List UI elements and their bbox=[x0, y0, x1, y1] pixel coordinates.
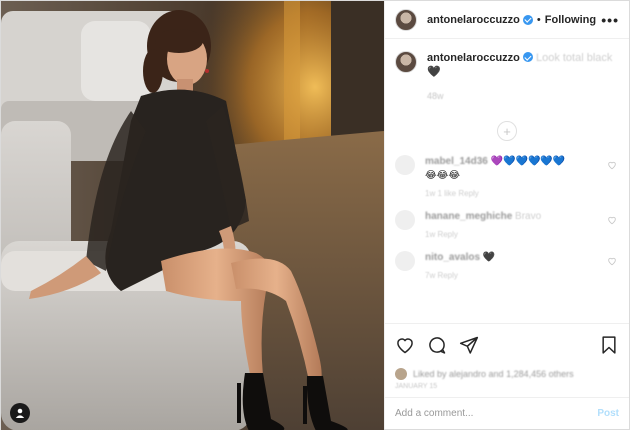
caption-username[interactable]: antonelaroccuzzo bbox=[427, 52, 520, 64]
bookmark-icon[interactable] bbox=[599, 335, 619, 355]
verified-badge-icon bbox=[522, 14, 533, 25]
heart-icon[interactable] bbox=[395, 335, 415, 355]
comment-username[interactable]: hanane_meghiche bbox=[425, 211, 512, 222]
comment-avatar[interactable] bbox=[395, 155, 415, 175]
caption-text: Look total black bbox=[535, 52, 613, 64]
post-actions bbox=[385, 323, 629, 365]
comments-area[interactable]: antonelaroccuzzo Look total black 🖤 48w … bbox=[385, 39, 629, 323]
comment-meta: 1w Reply bbox=[425, 230, 458, 239]
comment-meta: 7w Reply bbox=[425, 271, 458, 280]
likes-row: Liked by alejandro and 1,284,456 others bbox=[385, 365, 629, 383]
comment-username[interactable]: mabel_14d36 bbox=[425, 156, 488, 167]
comment-item: nito_avalos 🖤 7w Reply bbox=[395, 251, 619, 280]
plus-circle-icon[interactable]: + bbox=[497, 121, 517, 141]
like-comment-icon[interactable] bbox=[607, 256, 617, 266]
caption-time: 48w bbox=[427, 91, 444, 101]
like-comment-icon[interactable] bbox=[607, 160, 617, 170]
comment-avatar[interactable] bbox=[395, 251, 415, 271]
header-separator: • bbox=[536, 13, 541, 26]
comment-meta: 1w 1 like Reply bbox=[425, 189, 479, 198]
comment-item: hanane_meghiche Bravo 1w Reply bbox=[395, 210, 619, 239]
add-comment-input[interactable] bbox=[395, 408, 598, 419]
following-button[interactable]: Following bbox=[545, 14, 596, 26]
author-username[interactable]: antonelaroccuzzo bbox=[427, 14, 520, 26]
add-comment-bar: Post bbox=[385, 397, 629, 429]
post-side-panel: antonelaroccuzzo • Following ••• antonel… bbox=[384, 1, 629, 429]
post-photo[interactable] bbox=[1, 1, 384, 430]
comment-username[interactable]: nito_avalos bbox=[425, 252, 480, 263]
caption-emoji: 🖤 bbox=[427, 66, 441, 78]
user-icon bbox=[15, 408, 25, 418]
load-more-comments[interactable]: + bbox=[395, 121, 619, 141]
post-comment-button[interactable]: Post bbox=[597, 408, 619, 419]
more-options-icon[interactable]: ••• bbox=[601, 12, 619, 28]
verified-badge-icon bbox=[522, 52, 533, 62]
like-comment-icon[interactable] bbox=[607, 215, 617, 225]
share-icon[interactable] bbox=[459, 335, 479, 355]
caption-text-block: antonelaroccuzzo Look total black 🖤 48w bbox=[427, 51, 612, 103]
liker-avatar[interactable] bbox=[395, 368, 407, 380]
comment-text: 💜💙💙💙💙💙 bbox=[490, 156, 566, 167]
comment-avatar[interactable] bbox=[395, 210, 415, 230]
comment-item: mabel_14d36 💜💙💙💙💙💙 😂😂😂 1w 1 like Reply bbox=[395, 155, 619, 198]
post-date: JANUARY 15 bbox=[395, 383, 438, 390]
tagged-users-button[interactable] bbox=[10, 403, 30, 423]
comment-text: 🖤 bbox=[482, 252, 496, 263]
photo-illustration bbox=[1, 1, 384, 430]
comment-text: Bravo bbox=[515, 211, 542, 222]
post-header: antonelaroccuzzo • Following ••• bbox=[385, 1, 629, 39]
comment-text-2: 😂😂😂 bbox=[425, 170, 461, 181]
caption-avatar[interactable] bbox=[395, 51, 417, 73]
likes-text[interactable]: Liked by alejandro and 1,284,456 others bbox=[413, 369, 574, 379]
post-modal: antonelaroccuzzo • Following ••• antonel… bbox=[0, 0, 630, 430]
caption: antonelaroccuzzo Look total black 🖤 48w bbox=[395, 51, 619, 103]
comment-icon[interactable] bbox=[427, 335, 447, 355]
author-avatar[interactable] bbox=[395, 8, 417, 31]
